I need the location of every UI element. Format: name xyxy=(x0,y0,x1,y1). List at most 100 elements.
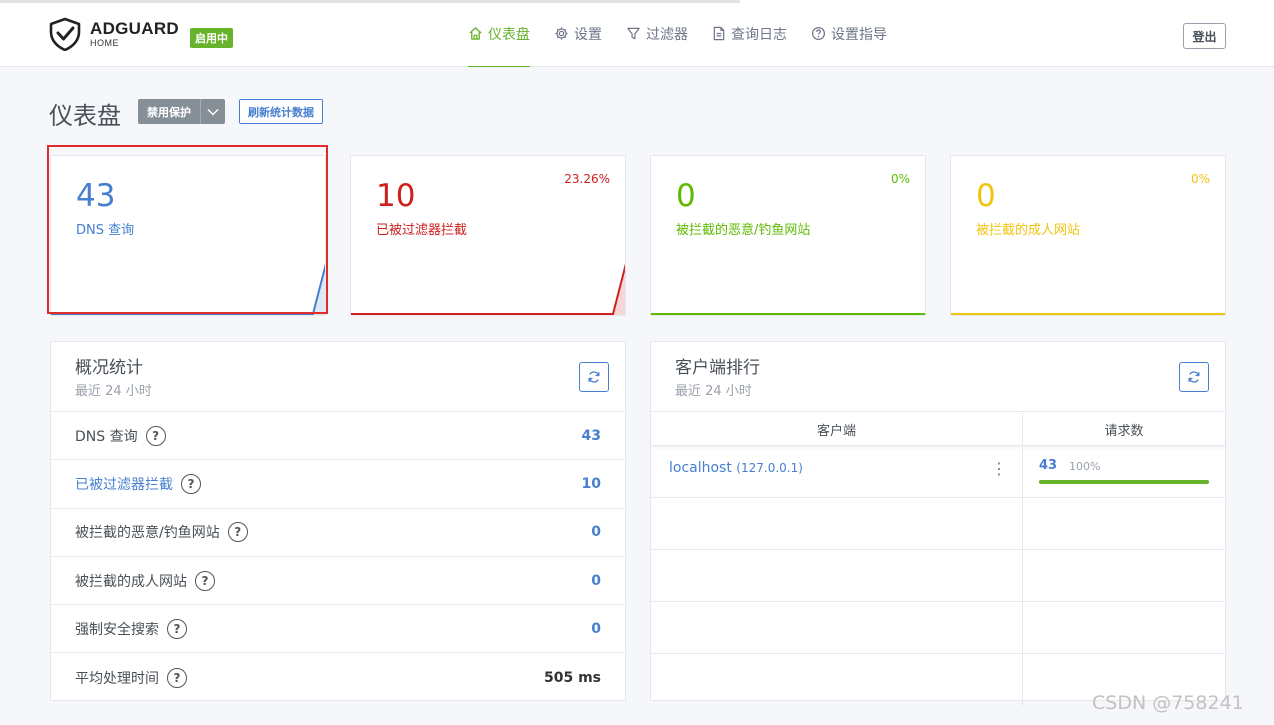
row-value[interactable]: 0 xyxy=(591,524,601,540)
help-icon[interactable]: ? xyxy=(167,618,187,639)
table-row: localhost (127.0.0.1) ⋮ 43 100% xyxy=(651,446,1225,498)
csdn-watermark: CSDN @758241 xyxy=(1092,692,1244,714)
logout-button[interactable]: 登出 xyxy=(1183,23,1226,49)
stat-label: DNS 查询 xyxy=(76,223,135,238)
stat-card-blocked-filters[interactable]: 10 已被过滤器拦截 23.26% xyxy=(350,155,626,316)
client-name[interactable]: localhost xyxy=(669,460,732,476)
sparkline-area xyxy=(351,267,625,315)
request-progress-bar xyxy=(1039,480,1209,484)
adguard-logo[interactable]: ADGUARD HOME xyxy=(48,17,179,51)
stats-row-safe-search: 强制安全搜索? 0 xyxy=(51,605,625,654)
row-label: 被拦截的成人网站 xyxy=(75,573,187,590)
nav-query-log[interactable]: 查询日志 xyxy=(712,0,787,67)
nav-filters[interactable]: 过滤器 xyxy=(626,0,688,67)
chevron-down-icon xyxy=(207,108,219,116)
client-link[interactable]: localhost (127.0.0.1) xyxy=(669,460,803,476)
nav-setup-guide[interactable]: 设置指导 xyxy=(811,0,887,67)
row-label: 平均处理时间 xyxy=(75,670,159,687)
disable-protection-button[interactable]: 禁用保护 xyxy=(138,99,200,124)
row-value[interactable]: 0 xyxy=(591,621,601,637)
stat-card-dns-queries[interactable]: 43 DNS 查询 xyxy=(50,155,326,316)
page-title: 仪表盘 xyxy=(49,102,121,130)
sparkline-area xyxy=(51,267,325,315)
document-icon xyxy=(713,26,725,41)
sparkline-line xyxy=(51,263,325,315)
table-row-empty xyxy=(651,602,1225,654)
stats-row-blocked-malware: 被拦截的恶意/钓鱼网站? 0 xyxy=(51,509,625,557)
stat-value: 0 xyxy=(976,178,996,214)
stats-row-blocked-filters: 已被过滤器拦截? 10 xyxy=(51,460,625,509)
stat-percent: 23.26% xyxy=(564,172,610,186)
request-progress-fill xyxy=(1039,480,1209,484)
help-icon[interactable]: ? xyxy=(227,522,248,543)
row-value[interactable]: 10 xyxy=(582,476,601,492)
help-icon[interactable]: ? xyxy=(195,570,215,591)
gear-icon xyxy=(555,27,568,40)
client-ip: (127.0.0.1) xyxy=(736,461,803,475)
row-label: 强制安全搜索 xyxy=(75,621,159,638)
stats-row-dns-queries: DNS 查询? 43 xyxy=(51,412,625,461)
clients-table-header: 客户端 请求数 xyxy=(651,413,1225,446)
stat-sparkline xyxy=(951,313,1225,315)
stat-percent: 0% xyxy=(1190,172,1210,186)
nav-label: 设置 xyxy=(574,26,602,43)
logo-name: ADGUARD xyxy=(90,19,179,38)
help-icon[interactable]: ? xyxy=(181,473,201,494)
refresh-icon xyxy=(1188,371,1200,383)
stat-value: 10 xyxy=(376,178,416,214)
panel-subtitle: 最近 24 小时 xyxy=(75,384,152,399)
refresh-icon xyxy=(588,371,600,383)
column-header-requests[interactable]: 请求数 xyxy=(1023,413,1225,445)
protection-status-badge: 启用中 xyxy=(190,28,233,48)
top-clients-panel: 客户端排行 最近 24 小时 客户端 请求数 localhost (127.0.… xyxy=(650,341,1226,706)
row-label: DNS 查询 xyxy=(75,428,138,445)
nav-label: 仪表盘 xyxy=(488,26,530,43)
request-count: 43 xyxy=(1039,458,1058,473)
more-options-icon[interactable]: ⋮ xyxy=(991,461,1007,477)
request-percent: 100% xyxy=(1069,460,1101,473)
panel-subtitle: 最近 24 小时 xyxy=(675,384,752,399)
filter-icon xyxy=(627,27,640,40)
stat-sparkline xyxy=(351,263,625,315)
nav-label: 过滤器 xyxy=(646,26,688,43)
row-label: 被拦截的恶意/钓鱼网站 xyxy=(75,525,220,542)
row-value[interactable]: 43 xyxy=(582,428,601,444)
stat-value: 43 xyxy=(76,178,116,214)
stats-row-blocked-adult: 被拦截的成人网站? 0 xyxy=(51,557,625,606)
nav-settings[interactable]: 设置 xyxy=(554,0,602,67)
stat-label: 被拦截的成人网站 xyxy=(976,223,1081,238)
main-nav: 仪表盘 设置 过滤器 查询日志 设置指导 xyxy=(468,0,911,67)
overview-stats-panel: 概况统计 最近 24 小时 DNS 查询? 43 已被过滤器拦截? 10 被拦截… xyxy=(50,341,626,701)
row-value[interactable]: 0 xyxy=(591,573,601,589)
nav-label: 查询日志 xyxy=(731,26,787,43)
protection-control: 禁用保护 xyxy=(138,99,225,124)
table-row-empty xyxy=(651,550,1225,602)
panel-title: 客户端排行 xyxy=(675,358,760,378)
app-header: ADGUARD HOME 启用中 仪表盘 设置 过滤器 查询日志 设置指导 登出 xyxy=(0,0,1274,67)
help-icon[interactable]: ? xyxy=(167,667,187,688)
row-value: 505 ms xyxy=(543,669,601,686)
refresh-button[interactable] xyxy=(579,362,609,392)
refresh-stats-button[interactable]: 刷新统计数据 xyxy=(239,99,323,124)
row-label-link[interactable]: 已被过滤器拦截 xyxy=(75,474,173,494)
nav-dashboard[interactable]: 仪表盘 xyxy=(468,0,530,67)
column-header-client[interactable]: 客户端 xyxy=(651,413,1023,445)
stat-label: 被拦截的恶意/钓鱼网站 xyxy=(676,223,811,238)
sparkline-line xyxy=(351,263,625,315)
stat-label: 已被过滤器拦截 xyxy=(376,223,468,238)
refresh-button[interactable] xyxy=(1179,362,1209,392)
logo-sub: HOME xyxy=(90,38,119,48)
stat-card-blocked-adult[interactable]: 0 被拦截的成人网站 0% xyxy=(950,155,1226,316)
nav-label: 设置指导 xyxy=(831,26,887,43)
help-icon[interactable]: ? xyxy=(145,425,166,446)
home-icon xyxy=(469,27,482,40)
panel-title: 概况统计 xyxy=(75,358,143,378)
protection-dropdown-toggle[interactable] xyxy=(200,99,225,124)
stat-sparkline xyxy=(651,313,925,315)
shield-check-icon xyxy=(49,17,81,51)
stat-card-blocked-malware[interactable]: 0 被拦截的恶意/钓鱼网站 0% xyxy=(650,155,926,316)
stats-row-avg-time: 平均处理时间? 505 ms xyxy=(51,653,625,701)
stat-value: 0 xyxy=(676,178,696,214)
help-circle-icon xyxy=(811,26,826,41)
stat-sparkline xyxy=(51,263,325,315)
